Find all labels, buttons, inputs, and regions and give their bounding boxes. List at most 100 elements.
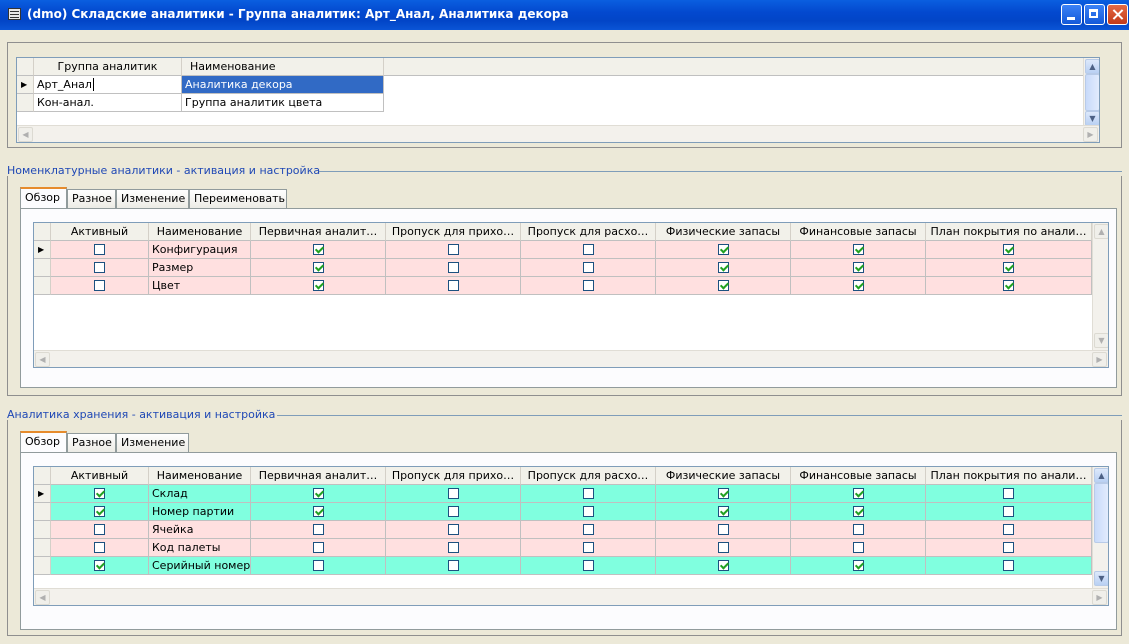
financial-inventory-checkbox[interactable] (852, 487, 864, 499)
physical-inventory-checkbox[interactable] (717, 243, 729, 255)
column-header-primary[interactable]: Первичная аналит… (251, 467, 386, 485)
physical-inventory-cell[interactable] (656, 521, 791, 539)
coverage-plan-cell[interactable] (926, 503, 1092, 521)
row-indicator[interactable] (34, 277, 51, 295)
column-header-financial-inventory[interactable]: Финансовые запасы (791, 467, 926, 485)
tab-overview[interactable]: Обзор (20, 187, 67, 208)
scroll-up-button[interactable]: ▲ (1094, 224, 1108, 239)
physical-inventory-checkbox[interactable] (717, 261, 729, 273)
column-header-physical-inventory[interactable]: Физические запасы (656, 223, 791, 241)
coverage-plan-cell[interactable] (926, 557, 1092, 575)
skip-receipt-checkbox[interactable] (447, 487, 459, 499)
scroll-left-button[interactable]: ◀ (35, 590, 50, 605)
coverage-plan-checkbox[interactable] (1003, 261, 1014, 273)
item-horizontal-scrollbar[interactable]: ◀ ▶ (34, 350, 1108, 367)
active-cell[interactable] (51, 277, 149, 295)
active-cell[interactable] (51, 259, 149, 277)
skip-receipt-cell[interactable] (386, 277, 521, 295)
table-row[interactable]: Кон-анал. Группа аналитик цвета (17, 94, 1099, 112)
active-checkbox[interactable] (94, 243, 105, 255)
financial-inventory-checkbox[interactable] (852, 243, 864, 255)
financial-inventory-cell[interactable] (791, 503, 926, 521)
financial-inventory-cell[interactable] (791, 539, 926, 557)
table-row[interactable]: Цвет (34, 277, 1092, 295)
financial-inventory-cell[interactable] (791, 521, 926, 539)
physical-inventory-cell[interactable] (656, 277, 791, 295)
tab-change[interactable]: Изменение (116, 189, 189, 208)
group-cell[interactable]: Арт_Анал (34, 76, 182, 94)
primary-dimension-checkbox[interactable] (312, 243, 324, 255)
financial-inventory-checkbox[interactable] (852, 505, 864, 517)
current-row-arrow-icon[interactable]: ▶ (34, 241, 51, 259)
skip-receipt-checkbox[interactable] (447, 541, 459, 553)
column-header-primary[interactable]: Первичная аналит… (251, 223, 386, 241)
table-row[interactable]: Размер (34, 259, 1092, 277)
financial-inventory-checkbox[interactable] (852, 541, 864, 553)
column-header-name[interactable]: Наименование (149, 223, 251, 241)
coverage-plan-checkbox[interactable] (1003, 523, 1014, 535)
column-header-financial-inventory[interactable]: Финансовые запасы (791, 223, 926, 241)
skip-receipt-cell[interactable] (386, 241, 521, 259)
skip-issue-cell[interactable] (521, 241, 656, 259)
financial-inventory-cell[interactable] (791, 485, 926, 503)
column-header-physical-inventory[interactable]: Физические запасы (656, 467, 791, 485)
scroll-up-button[interactable]: ▲ (1085, 59, 1099, 74)
coverage-plan-checkbox[interactable] (1003, 505, 1014, 517)
skip-receipt-checkbox[interactable] (447, 279, 459, 291)
skip-issue-checkbox[interactable] (582, 523, 594, 535)
financial-inventory-checkbox[interactable] (852, 523, 864, 535)
tab-overview[interactable]: Обзор (20, 431, 67, 452)
skip-receipt-checkbox[interactable] (447, 261, 459, 273)
primary-dimension-cell[interactable] (251, 521, 386, 539)
scroll-down-button[interactable]: ▼ (1085, 111, 1099, 126)
tab-rename[interactable]: Переименовать (189, 189, 287, 208)
tab-change[interactable]: Изменение (116, 433, 189, 452)
primary-dimension-cell[interactable] (251, 485, 386, 503)
column-header-active[interactable]: Активный (51, 223, 149, 241)
current-row-arrow-icon[interactable]: ▶ (34, 485, 51, 503)
close-button[interactable] (1107, 4, 1128, 25)
row-indicator[interactable] (34, 539, 51, 557)
primary-dimension-checkbox[interactable] (312, 487, 324, 499)
table-row[interactable]: ▶ Склад (34, 485, 1092, 503)
skip-issue-checkbox[interactable] (582, 559, 594, 571)
primary-dimension-cell[interactable] (251, 241, 386, 259)
coverage-plan-checkbox[interactable] (1003, 541, 1014, 553)
physical-inventory-cell[interactable] (656, 485, 791, 503)
dimension-name-cell[interactable]: Код палеты (149, 539, 251, 557)
active-cell[interactable] (51, 539, 149, 557)
financial-inventory-checkbox[interactable] (852, 261, 864, 273)
table-row[interactable]: Код палеты (34, 539, 1092, 557)
scroll-left-button[interactable]: ◀ (35, 352, 50, 367)
groups-vertical-scrollbar[interactable]: ▲ ▼ (1083, 58, 1099, 127)
physical-inventory-cell[interactable] (656, 503, 791, 521)
skip-issue-checkbox[interactable] (582, 243, 594, 255)
skip-receipt-cell[interactable] (386, 485, 521, 503)
primary-dimension-cell[interactable] (251, 539, 386, 557)
groups-horizontal-scrollbar[interactable]: ◀ ▶ (17, 125, 1099, 142)
scroll-right-button[interactable]: ▶ (1092, 590, 1107, 605)
row-indicator[interactable] (34, 557, 51, 575)
active-checkbox[interactable] (94, 523, 105, 535)
coverage-plan-checkbox[interactable] (1003, 559, 1014, 571)
table-row[interactable]: Номер партии (34, 503, 1092, 521)
column-header-skip-issue[interactable]: Пропуск для расхо… (521, 223, 656, 241)
row-indicator[interactable] (34, 521, 51, 539)
row-indicator[interactable] (17, 94, 34, 112)
coverage-plan-cell[interactable] (926, 241, 1092, 259)
coverage-plan-cell[interactable] (926, 485, 1092, 503)
dimension-name-cell[interactable]: Размер (149, 259, 251, 277)
primary-dimension-cell[interactable] (251, 503, 386, 521)
scroll-thumb[interactable] (1094, 483, 1108, 543)
physical-inventory-checkbox[interactable] (717, 279, 729, 291)
coverage-plan-cell[interactable] (926, 521, 1092, 539)
primary-dimension-checkbox[interactable] (312, 505, 324, 517)
form-icon[interactable] (8, 8, 21, 20)
item-vertical-scrollbar[interactable]: ▲ ▼ (1092, 223, 1108, 350)
skip-issue-checkbox[interactable] (582, 541, 594, 553)
item-dimensions-grid[interactable]: Активный Наименование Первичная аналит… … (33, 222, 1109, 368)
column-header-skip-issue[interactable]: Пропуск для расхо… (521, 467, 656, 485)
financial-inventory-cell[interactable] (791, 277, 926, 295)
active-cell[interactable] (51, 503, 149, 521)
coverage-plan-checkbox[interactable] (1003, 487, 1014, 499)
